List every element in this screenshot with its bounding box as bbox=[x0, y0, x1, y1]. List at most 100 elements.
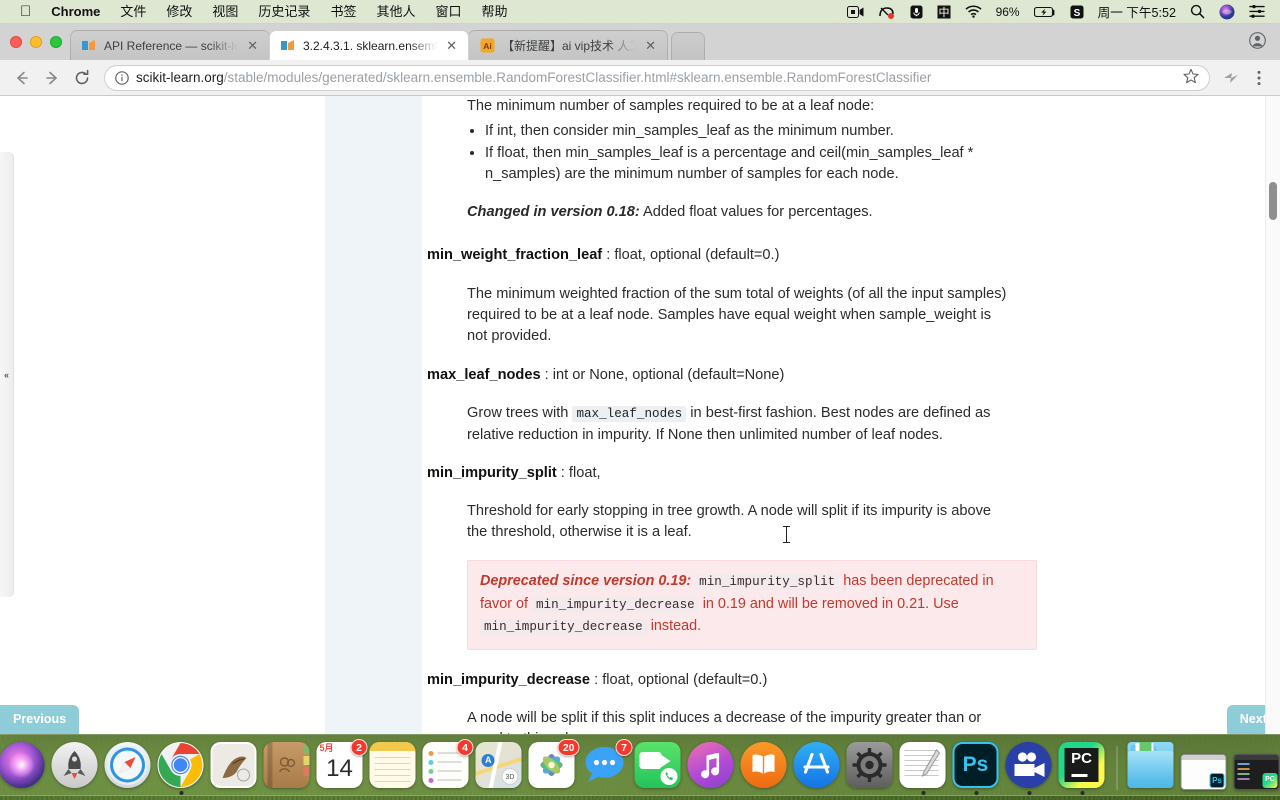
battery-icon[interactable] bbox=[1027, 0, 1063, 24]
menu-help[interactable]: 帮助 bbox=[471, 0, 517, 24]
deprecation-warning-wrapper: Deprecated since version 0.19: min_impur… bbox=[427, 560, 1280, 650]
list-item: If float, then min_samples_leaf is a per… bbox=[485, 143, 1007, 185]
dock-item-mail[interactable] bbox=[210, 742, 259, 790]
dock-item-photos[interactable]: 20 bbox=[528, 739, 580, 790]
profile-avatar-icon[interactable] bbox=[1249, 32, 1280, 60]
dock-item-contacts[interactable] bbox=[263, 742, 312, 790]
param-type: : int or None, optional (default=None) bbox=[540, 367, 785, 383]
running-indicator-dot bbox=[1027, 791, 1032, 795]
url-path: /stable/modules/generated/sklearn.ensemb… bbox=[223, 70, 932, 85]
tab-api-reference[interactable]: API Reference — scikit-learn 0 ✕ bbox=[70, 30, 270, 60]
address-bar[interactable]: scikit-learn.org/stable/modules/generate… bbox=[104, 64, 1210, 91]
notes-icon bbox=[369, 742, 416, 788]
param-description: A node will be split if this split induc… bbox=[467, 709, 982, 735]
param-term: max_leaf_nodes : int or None, optional (… bbox=[427, 365, 1280, 386]
dock-item-calendar[interactable]: 5月 14 2 bbox=[316, 739, 368, 790]
chrome-menu-icon[interactable] bbox=[1246, 65, 1272, 91]
close-tab-icon[interactable]: ✕ bbox=[245, 37, 260, 54]
menu-bookmarks[interactable]: 书签 bbox=[320, 0, 366, 24]
extension-icon[interactable] bbox=[1218, 65, 1244, 91]
previous-page-button[interactable]: Previous bbox=[0, 705, 80, 734]
desc-part-1: Grow trees with bbox=[467, 405, 573, 421]
dock-item-system-preferences[interactable] bbox=[846, 742, 895, 790]
inline-code-min-impurity-decrease: min_impurity_decrease bbox=[532, 596, 699, 613]
param-name: max_leaf_nodes bbox=[427, 367, 541, 383]
param-description: Threshold for early stopping in tree gro… bbox=[467, 503, 991, 540]
dock-item-pycharm-window[interactable]: PC bbox=[1233, 742, 1280, 790]
dock-item-chrome[interactable] bbox=[157, 742, 206, 795]
close-tab-icon[interactable]: ✕ bbox=[643, 37, 658, 54]
scrollbar-thumb[interactable] bbox=[1269, 182, 1277, 220]
minimized-pycharm-window: PC bbox=[1233, 754, 1280, 790]
minimize-window-button[interactable] bbox=[30, 36, 42, 48]
maximize-window-button[interactable] bbox=[50, 36, 62, 48]
dock-item-photoshop-window[interactable]: Ps bbox=[1180, 742, 1229, 790]
deprecated-label: Deprecated since version 0.19: bbox=[480, 573, 692, 589]
param-type: : float, optional (default=0.) bbox=[590, 671, 768, 688]
dock-item-video-app[interactable] bbox=[1005, 742, 1054, 795]
vertical-scrollbar[interactable] bbox=[1265, 96, 1280, 734]
screen-record-icon[interactable] bbox=[840, 0, 871, 24]
dock-item-siri[interactable] bbox=[0, 742, 47, 790]
menu-chrome[interactable]: Chrome bbox=[41, 0, 110, 24]
window-traffic-lights bbox=[8, 24, 70, 60]
svg-text:Ai: Ai bbox=[483, 41, 492, 51]
dock-item-textedit[interactable] bbox=[899, 742, 948, 795]
sogou-input-icon[interactable]: S bbox=[1063, 0, 1091, 24]
inline-code-max-leaf-nodes: max_leaf_nodes bbox=[572, 406, 687, 422]
forward-button-icon[interactable] bbox=[38, 64, 66, 92]
tab-title: 3.2.4.3.1. sklearn.ensemble.Ra bbox=[303, 38, 437, 53]
inline-code-min-impurity-decrease-2: min_impurity_decrease bbox=[480, 619, 647, 635]
apple-menu-icon[interactable]:  bbox=[10, 1, 41, 23]
chrome-browser-window: API Reference — scikit-learn 0 ✕ 3.2.4.3… bbox=[0, 24, 1280, 734]
microphone-icon[interactable] bbox=[903, 0, 930, 24]
clock-label[interactable]: 周一 下午5:52 bbox=[1091, 0, 1183, 24]
photos-badge: 20 bbox=[557, 739, 580, 756]
dock-item-facetime[interactable] bbox=[634, 742, 683, 790]
site-info-icon[interactable] bbox=[115, 70, 129, 85]
deprecated-text-2: in 0.19 and will be removed in 0.21. Use bbox=[698, 595, 959, 612]
bookmark-star-icon[interactable] bbox=[1183, 68, 1199, 87]
dock-item-maps[interactable]: A 3D bbox=[475, 742, 524, 790]
dock-item-photoshop[interactable]: Ps bbox=[952, 742, 1001, 795]
recording-indicator-icon[interactable] bbox=[871, 0, 903, 24]
menu-window[interactable]: 窗口 bbox=[425, 0, 471, 24]
param-description: Grow trees with max_leaf_nodes in best-f… bbox=[427, 403, 992, 446]
control-center-icon[interactable] bbox=[1242, 0, 1272, 24]
dock-item-reminders[interactable]: 4 bbox=[422, 739, 474, 790]
dock-item-messages[interactable]: 7 bbox=[582, 739, 633, 790]
sidebar-collapse-handle[interactable]: « bbox=[0, 152, 14, 597]
siri-icon[interactable] bbox=[1212, 0, 1242, 24]
back-button-icon[interactable] bbox=[8, 64, 36, 92]
spotlight-search-icon[interactable] bbox=[1183, 0, 1212, 24]
running-indicator-dot bbox=[974, 791, 979, 795]
page-accent-column bbox=[325, 96, 422, 734]
menu-view[interactable]: 视图 bbox=[202, 0, 248, 24]
textedit-icon bbox=[899, 742, 946, 788]
reload-button-icon[interactable] bbox=[68, 64, 96, 92]
close-window-button[interactable] bbox=[10, 36, 22, 48]
battery-percent-label[interactable]: 96% bbox=[989, 0, 1027, 24]
dock-item-app-store[interactable] bbox=[793, 742, 842, 790]
dock-item-itunes[interactable] bbox=[687, 742, 736, 790]
tab-ai-vip[interactable]: Ai 【新提醒】ai vip技术 人工智能 ✕ bbox=[468, 30, 668, 60]
version-changed-note: Changed in version 0.18: Added float val… bbox=[467, 202, 1007, 223]
dock-item-books[interactable] bbox=[740, 742, 789, 790]
wifi-icon[interactable] bbox=[958, 0, 989, 24]
close-tab-icon[interactable]: ✕ bbox=[444, 37, 459, 54]
photoshop-label: Ps bbox=[962, 753, 989, 776]
param-name: min_impurity_decrease bbox=[427, 671, 591, 688]
menu-people[interactable]: 其他人 bbox=[366, 0, 425, 24]
new-tab-button[interactable] bbox=[671, 32, 705, 60]
dock-item-safari[interactable] bbox=[104, 742, 153, 790]
dock-item-downloads-folder[interactable] bbox=[1127, 742, 1176, 790]
menu-file[interactable]: 文件 bbox=[110, 0, 156, 24]
dock-item-notes[interactable] bbox=[369, 742, 418, 790]
tab-randomforestclassifier[interactable]: 3.2.4.3.1. sklearn.ensemble.Ra ✕ bbox=[269, 30, 469, 60]
menu-history[interactable]: 历史记录 bbox=[248, 0, 320, 24]
dock-item-pycharm[interactable]: PC bbox=[1058, 742, 1107, 795]
menu-edit[interactable]: 修改 bbox=[156, 0, 202, 24]
input-source-icon[interactable]: 中 bbox=[930, 0, 958, 24]
dock-item-launchpad[interactable] bbox=[51, 742, 100, 790]
param-name: min_impurity_split bbox=[427, 465, 557, 481]
